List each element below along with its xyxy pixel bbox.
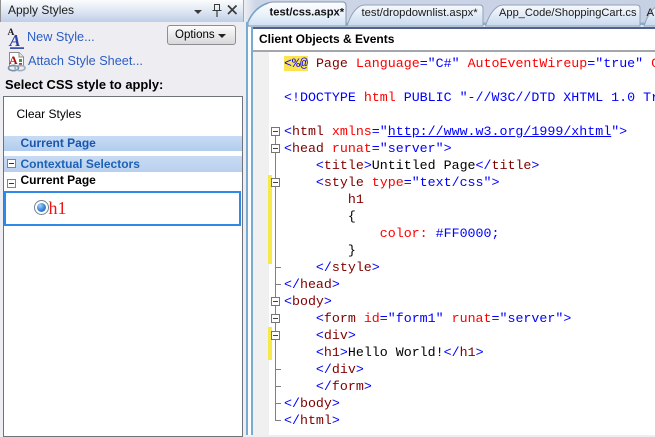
svg-text:test/dropdownlist.aspx*: test/dropdownlist.aspx*: [362, 7, 479, 19]
svg-text:A: A: [647, 7, 655, 19]
svg-text:test/css.aspx*: test/css.aspx*: [270, 7, 345, 19]
svg-text:App_Code/ShoppingCart.cs: App_Code/ShoppingCart.cs: [499, 7, 637, 19]
svg-text:A: A: [9, 31, 21, 50]
